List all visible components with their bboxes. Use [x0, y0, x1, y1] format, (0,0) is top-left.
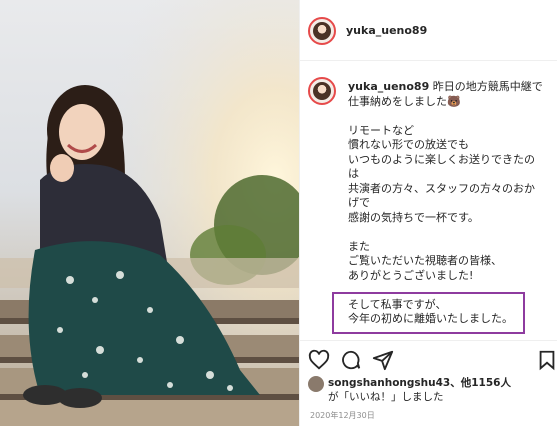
caption: yuka_ueno89 昨日の地方競馬中継で 仕事納めをしました🐻 リモートなど…	[348, 80, 553, 327]
post-date: 2020年12月30日	[310, 411, 375, 420]
likes-users[interactable]: songshanhongshu43、他1156人	[328, 376, 511, 390]
caption-line-2: 仕事納めをしました	[348, 94, 447, 108]
header-username[interactable]: yuka_ueno89	[346, 24, 427, 37]
avatar[interactable]	[308, 17, 336, 45]
post-photo[interactable]	[0, 0, 299, 426]
caption-body-line: いつものように楽しくお送りできたの	[348, 152, 535, 166]
caption-body-line: ありがとうございました!	[348, 268, 474, 282]
caption-avatar[interactable]	[308, 77, 336, 105]
heart-icon[interactable]	[308, 349, 330, 371]
caption-body-line: は	[348, 167, 359, 180]
action-bar	[300, 340, 557, 379]
likes-suffix: が「いいね！」しました	[328, 391, 444, 403]
caption-line-1: 昨日の地方競馬中継で	[432, 80, 543, 93]
caption-body-line: 共演者の方々、スタッフの方々のおか	[348, 181, 535, 195]
caption-body-line: 感謝の気持ちで一杯です。	[348, 210, 479, 224]
post-header: yuka_ueno89	[300, 0, 557, 61]
comment-icon[interactable]	[340, 349, 362, 371]
caption-body-line: げで	[348, 196, 370, 209]
bear-emoji: 🐻	[447, 94, 461, 108]
photo-illustration	[0, 0, 299, 426]
caption-body-line: 慣れない形での放送でも	[348, 138, 469, 151]
highlight-box	[332, 292, 525, 334]
liker-avatar[interactable]	[308, 376, 324, 392]
caption-body-line	[348, 225, 553, 240]
caption-body-line: また	[348, 239, 370, 253]
post-detail-panel: yuka_ueno89 yuka_ueno89 昨日の地方競馬中継で 仕事納めを…	[299, 0, 557, 426]
caption-body-line: ご覧いただいた視聴者の皆様、	[348, 254, 502, 267]
bookmark-icon[interactable]	[536, 349, 557, 371]
likes-summary[interactable]: songshanhongshu43、他1156人 が「いいね！」しました	[328, 376, 511, 404]
share-icon[interactable]	[372, 349, 394, 371]
caption-body-line: リモートなど	[348, 123, 414, 137]
caption-username[interactable]: yuka_ueno89	[348, 80, 429, 93]
